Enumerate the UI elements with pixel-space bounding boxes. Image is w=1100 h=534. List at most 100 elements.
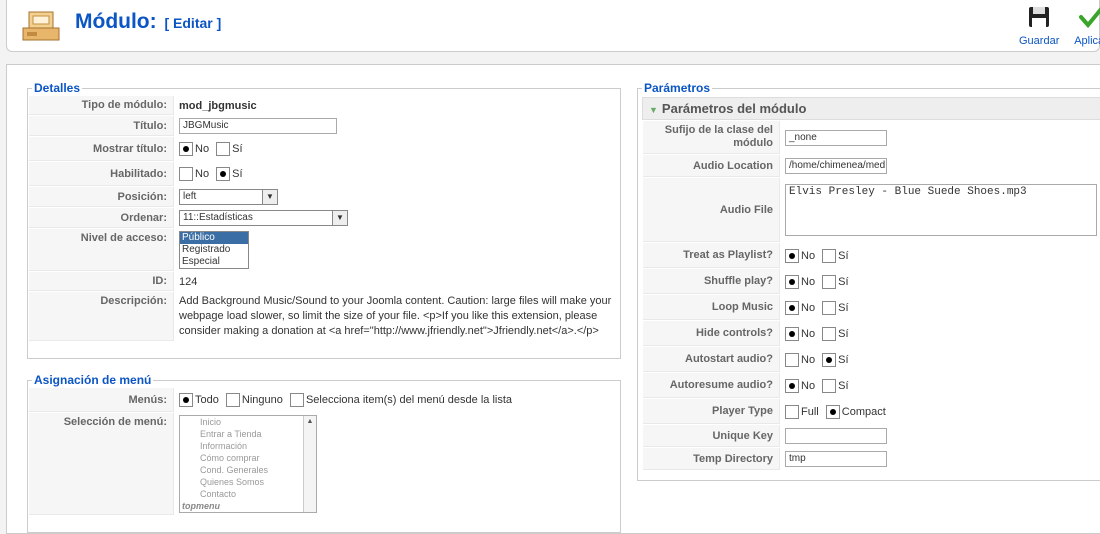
order-select[interactable]: 11::Estadísticas ▼ xyxy=(179,210,348,226)
shuffle-label: Shuffle play? xyxy=(643,269,780,294)
details-fieldset: Detalles Tipo de módulo: mod_jbgmusic Tí… xyxy=(27,81,621,359)
autostart-yes-label: Sí xyxy=(838,353,849,366)
show-title-label: Mostrar título: xyxy=(29,137,174,161)
apply-button[interactable]: Aplicar xyxy=(1071,4,1100,47)
apply-label: Aplicar xyxy=(1074,35,1100,47)
params-panel-header[interactable]: ▼ Parámetros del módulo xyxy=(642,97,1100,120)
menu-list-item[interactable]: Quienes Somos xyxy=(180,476,316,488)
id-label: ID: xyxy=(29,272,174,291)
access-listbox[interactable]: Público Registrado Especial xyxy=(179,231,249,269)
playlist-yes-radio[interactable] xyxy=(822,248,837,263)
save-button[interactable]: Guardar xyxy=(1019,4,1059,47)
toolbar: Módulo: [ Editar ] Guardar Aplicar xyxy=(6,0,1100,52)
access-option[interactable]: Registrado xyxy=(180,244,248,256)
autostart-yes-radio[interactable] xyxy=(822,352,837,367)
enabled-no-label: No xyxy=(195,168,210,180)
loop-yes-radio[interactable] xyxy=(822,300,837,315)
temp-dir-input[interactable]: tmp xyxy=(785,451,887,467)
unique-key-label: Unique Key xyxy=(643,425,780,447)
menu-list-item[interactable]: Inicio xyxy=(180,416,316,428)
menu-assignment-fieldset: Asignación de menú Menús: Todo Ninguno S… xyxy=(27,373,621,533)
menu-list-item[interactable]: Contacto xyxy=(180,488,316,500)
page-title-text: Módulo: xyxy=(75,10,157,33)
shuffle-no-radio[interactable] xyxy=(785,274,799,289)
menus-none-label: Ninguno xyxy=(241,394,283,406)
autostart-no-label: No xyxy=(801,353,816,366)
params-panel-title: Parámetros del módulo xyxy=(661,101,807,116)
playlist-no-label: No xyxy=(801,249,816,262)
chevron-up-icon[interactable]: ▲ xyxy=(307,418,314,425)
suffix-input[interactable]: _none xyxy=(785,129,887,146)
loop-yes-label: Sí xyxy=(838,301,849,314)
chevron-down-icon: ▼ xyxy=(332,211,347,225)
floppy-disk-icon xyxy=(1019,4,1059,33)
audio-location-label: Audio Location xyxy=(643,155,780,177)
shuffle-yes-radio[interactable] xyxy=(822,274,837,289)
page-title: Módulo: [ Editar ] xyxy=(75,10,221,34)
params-table: Sufijo de la clase del módulo _none Audi… xyxy=(642,120,1100,471)
module-type-value: mod_jbgmusic xyxy=(179,99,257,112)
show-title-yes-radio[interactable] xyxy=(216,142,231,156)
position-select[interactable]: left ▼ xyxy=(179,189,278,205)
player-type-compact-radio[interactable] xyxy=(825,404,840,419)
unique-key-input[interactable] xyxy=(785,428,887,444)
menus-label: Menús: xyxy=(29,388,174,412)
chevron-down-icon: ▼ xyxy=(262,190,277,204)
audio-location-input[interactable]: /home/chimenea/med xyxy=(785,158,887,174)
playlist-yes-label: Sí xyxy=(838,249,849,262)
loop-label: Loop Music xyxy=(643,295,780,320)
menu-list-item[interactable]: Entrar a Tienda xyxy=(180,428,316,440)
audio-file-textarea[interactable]: Elvis Presley - Blue Suede Shoes.mp3 xyxy=(785,184,1097,236)
show-title-no-label: No xyxy=(195,143,210,155)
menu-assignment-legend: Asignación de menú xyxy=(34,373,152,387)
position-label: Posición: xyxy=(29,187,174,207)
menus-select-radio[interactable] xyxy=(289,393,304,407)
autostart-no-radio[interactable] xyxy=(785,352,799,367)
order-value: 11::Estadísticas xyxy=(183,212,253,223)
module-icon xyxy=(21,4,61,44)
playlist-no-radio[interactable] xyxy=(785,248,799,263)
hide-controls-label: Hide controls? xyxy=(643,321,780,346)
enabled-yes-radio[interactable] xyxy=(216,167,231,181)
hide-controls-no-radio[interactable] xyxy=(785,326,799,341)
menu-list-item[interactable]: Cómo comprar xyxy=(180,452,316,464)
menu-selection-label: Selección de menú: xyxy=(29,413,174,515)
show-title-yes-label: Sí xyxy=(232,143,243,155)
menus-select-label: Selecciona item(s) del menú desde la lis… xyxy=(305,394,513,406)
menu-list-item[interactable]: Información xyxy=(180,440,316,452)
shuffle-no-label: No xyxy=(801,275,816,288)
menus-none-radio[interactable] xyxy=(225,393,240,407)
temp-dir-label: Temp Directory xyxy=(643,448,780,470)
menu-selection-listbox[interactable]: Inicio Entrar a Tienda Información Cómo … xyxy=(179,415,317,513)
description-value: Add Background Music/Sound to your Jooml… xyxy=(179,295,612,337)
hide-controls-no-label: No xyxy=(801,327,816,340)
player-type-compact-label: Compact xyxy=(841,405,886,418)
autoresume-label: Autoresume audio? xyxy=(643,373,780,398)
loop-no-label: No xyxy=(801,301,816,314)
menu-list-item[interactable]: Cond. Generales xyxy=(180,464,316,476)
menu-group-label: topmenu xyxy=(182,501,220,511)
hide-controls-yes-radio[interactable] xyxy=(822,326,837,341)
autoresume-yes-radio[interactable] xyxy=(822,378,837,393)
params-fieldset: Parámetros ▼ Parámetros del módulo Sufijo… xyxy=(637,81,1100,481)
module-type-label: Tipo de módulo: xyxy=(29,96,174,115)
autoresume-no-label: No xyxy=(801,379,816,392)
title-input[interactable]: JBGMusic xyxy=(179,118,337,134)
title-label: Título: xyxy=(29,116,174,136)
enabled-no-radio[interactable] xyxy=(179,167,193,181)
access-label: Nivel de acceso: xyxy=(29,229,174,271)
show-title-no-radio[interactable] xyxy=(179,142,193,156)
details-table: Tipo de módulo: mod_jbgmusic Título: JBG… xyxy=(28,95,620,342)
page-subtitle: [ Editar ] xyxy=(164,15,222,31)
menus-all-radio[interactable] xyxy=(179,393,193,407)
suffix-label: Sufijo de la clase del módulo xyxy=(643,121,780,154)
access-option[interactable]: Público xyxy=(180,232,248,244)
id-value: 124 xyxy=(179,275,198,288)
player-type-full-radio[interactable] xyxy=(785,404,799,419)
access-option[interactable]: Especial xyxy=(180,256,248,268)
autoresume-no-radio[interactable] xyxy=(785,378,799,393)
loop-no-radio[interactable] xyxy=(785,300,799,315)
order-label: Ordenar: xyxy=(29,208,174,228)
scrollbar[interactable]: ▲ xyxy=(303,416,316,512)
shuffle-yes-label: Sí xyxy=(838,275,849,288)
